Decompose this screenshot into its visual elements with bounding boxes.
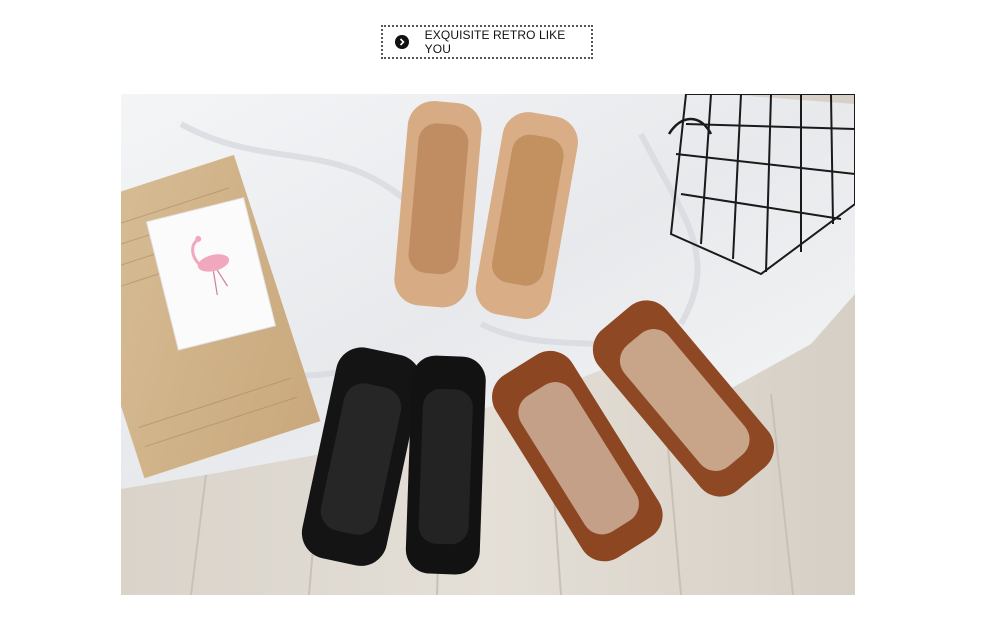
product-photo-illustration <box>121 94 855 595</box>
section-title: EXQUISITE RETRO LIKE YOU <box>424 28 566 56</box>
product-photo <box>121 94 855 595</box>
section-header: EXQUISITE RETRO LIKE YOU <box>381 25 593 59</box>
arrow-right-circle-icon <box>395 35 409 49</box>
